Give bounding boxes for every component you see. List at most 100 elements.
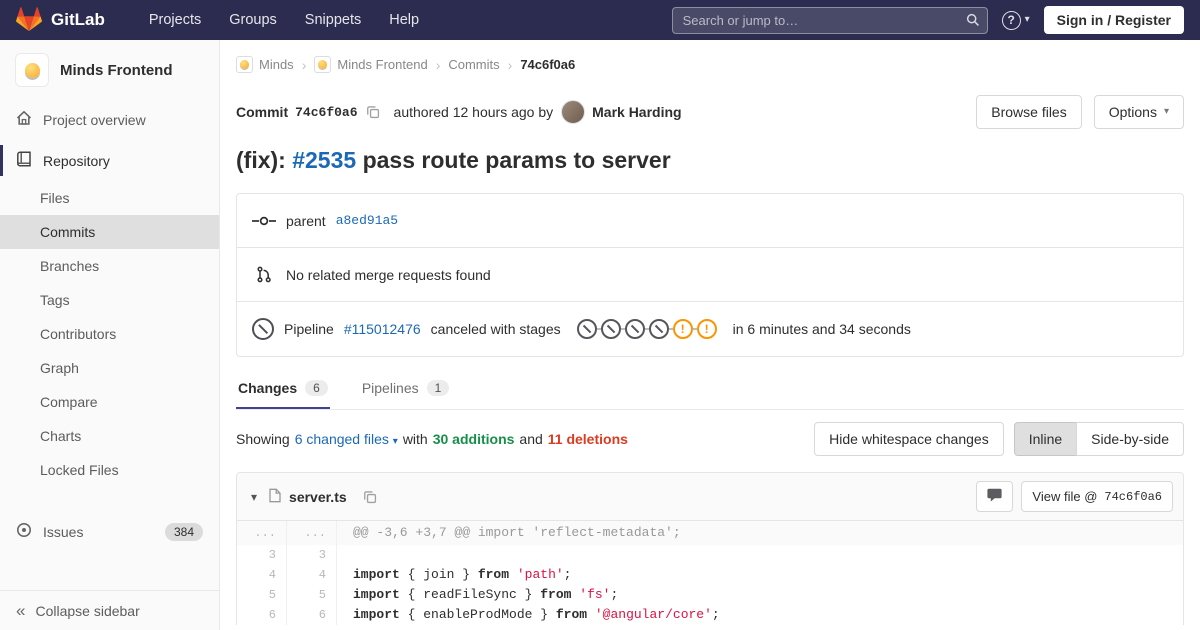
options-dropdown-button[interactable]: Options ▾ — [1093, 95, 1184, 129]
main-content: Minds › Minds Frontend › Commits › 74c6f… — [220, 40, 1200, 625]
breadcrumb-label: Minds — [259, 57, 294, 72]
repository-submenu: Files Commits Branches Tags Contributors… — [0, 181, 219, 487]
comment-bubble-icon — [987, 488, 1002, 505]
sidebar-item-tags[interactable]: Tags — [0, 283, 219, 317]
diff-view-toggle: Inline Side-by-side — [1013, 422, 1184, 456]
gitlab-brand[interactable]: GitLab — [16, 6, 105, 34]
old-line-number[interactable]: 3 — [237, 545, 287, 565]
chevron-right-icon: › — [435, 56, 441, 73]
author-name[interactable]: Mark Harding — [592, 104, 681, 120]
additions-count: 30 additions — [432, 431, 515, 447]
stage-canceled-icon[interactable] — [648, 319, 669, 339]
navbar-menu: Projects Groups Snippets Help — [149, 12, 419, 28]
nav-item-projects[interactable]: Projects — [149, 12, 201, 28]
sidebar-item-commits[interactable]: Commits — [0, 215, 219, 249]
parent-row: parent a8ed91a5 — [237, 194, 1183, 248]
sidebar-item-graph[interactable]: Graph — [0, 351, 219, 385]
search-input[interactable] — [671, 6, 988, 34]
pipeline-duration: in 6 minutes and 34 seconds — [732, 321, 911, 337]
view-file-button[interactable]: View file @ 74c6f0a6 — [1021, 481, 1173, 512]
sidebar-item-contributors[interactable]: Contributors — [0, 317, 219, 351]
nav-item-snippets[interactable]: Snippets — [305, 12, 361, 28]
sidebar-item-compare[interactable]: Compare — [0, 385, 219, 419]
group-avatar — [236, 56, 253, 73]
issue-link[interactable]: #2535 — [292, 147, 356, 173]
sidebar-item-label: Commits — [40, 224, 96, 240]
sidebar-item-label: Charts — [40, 428, 82, 444]
with-label: with — [402, 431, 428, 447]
issues-icon — [16, 522, 32, 541]
sidebar-item-label: Files — [40, 190, 70, 206]
nav-item-help[interactable]: Help — [389, 12, 419, 28]
old-line-number[interactable]: 4 — [237, 565, 287, 585]
showing-label: Showing — [236, 431, 290, 447]
new-line-number[interactable]: 4 — [287, 565, 337, 585]
diff-line-row: 6 6 import { enableProdMode } from '@ang… — [237, 605, 1183, 625]
sidebar-item-branches[interactable]: Branches — [0, 249, 219, 283]
changed-files-dropdown[interactable]: 6 changed files ▾ — [295, 431, 398, 447]
stage-canceled-icon[interactable] — [576, 319, 597, 339]
commit-node-icon — [252, 215, 276, 227]
title-prefix: (fix): — [236, 147, 293, 173]
sidebar-item-label: Graph — [40, 360, 79, 376]
project-header[interactable]: Minds Frontend — [0, 40, 219, 99]
breadcrumb-current-sha: 74c6f0a6 — [520, 57, 575, 72]
breadcrumb-label: Minds Frontend — [337, 57, 428, 72]
old-line-number: ... — [237, 521, 287, 545]
sidebar-item-charts[interactable]: Charts — [0, 419, 219, 453]
stage-warning-icon[interactable] — [696, 319, 717, 339]
breadcrumb-minds[interactable]: Minds — [236, 56, 294, 73]
sign-in-button[interactable]: Sign in / Register — [1043, 6, 1184, 34]
diff-line-row: 5 5 import { readFileSync } from 'fs'; — [237, 585, 1183, 605]
sidebar-item-project-overview[interactable]: Project overview — [0, 99, 219, 140]
pipeline-canceled-status-icon — [252, 318, 274, 340]
old-line-number[interactable]: 5 — [237, 585, 287, 605]
collapse-sidebar-button[interactable]: « Collapse sidebar — [0, 590, 219, 630]
pipeline-id-link[interactable]: #115012476 — [344, 321, 421, 337]
nav-item-groups[interactable]: Groups — [229, 12, 277, 28]
comment-on-file-button[interactable] — [976, 481, 1014, 512]
sidebar-item-label: Contributors — [40, 326, 117, 342]
sidebar-item-label: Locked Files — [40, 462, 119, 478]
search-icon[interactable] — [966, 13, 980, 30]
and-label: and — [519, 431, 543, 447]
sidebar-item-issues[interactable]: Issues 384 — [0, 511, 219, 552]
stage-canceled-icon[interactable] — [600, 319, 621, 339]
sidebar-item-locked-files[interactable]: Locked Files — [0, 453, 219, 487]
author-avatar[interactable] — [561, 100, 586, 124]
new-line-number[interactable]: 6 — [287, 605, 337, 625]
collapse-diff-caret-icon[interactable]: ▾ — [247, 488, 261, 506]
tab-label: Changes — [238, 380, 298, 396]
browse-files-button[interactable]: Browse files — [976, 95, 1082, 129]
commit-label: Commit — [236, 104, 289, 120]
stage-canceled-icon[interactable] — [624, 319, 645, 339]
old-line-number[interactable]: 6 — [237, 605, 287, 625]
diff-file-box: ▾ server.ts View file @ 74c6f0a6 ... ...… — [236, 472, 1184, 625]
inline-view-button[interactable]: Inline — [1013, 422, 1078, 456]
diff-table: ... ... @@ -3,6 +3,7 @@ import 'reflect-… — [237, 521, 1183, 625]
help-dropdown[interactable]: ? ▾ — [1001, 10, 1030, 30]
copy-filename-button[interactable] — [361, 488, 379, 506]
view-file-label: View file @ — [1032, 489, 1098, 504]
tab-changes[interactable]: Changes 6 — [236, 367, 330, 409]
breadcrumb-commits[interactable]: Commits — [448, 57, 499, 72]
tab-pipelines[interactable]: Pipelines 1 — [360, 367, 452, 409]
stage-warning-icon[interactable] — [672, 319, 693, 339]
issues-count-badge: 384 — [164, 522, 203, 541]
pipeline-status-text: canceled with stages — [430, 321, 561, 337]
project-avatar — [15, 53, 49, 87]
changed-files-label: 6 changed files — [294, 431, 389, 447]
side-by-side-view-button[interactable]: Side-by-side — [1076, 422, 1184, 456]
sidebar-item-repository[interactable]: Repository — [0, 140, 219, 181]
sidebar-item-label: Issues — [43, 523, 84, 540]
breadcrumb-minds-frontend[interactable]: Minds Frontend — [314, 56, 428, 73]
hide-whitespace-button[interactable]: Hide whitespace changes — [814, 422, 1004, 456]
new-line-number[interactable]: 5 — [287, 585, 337, 605]
parent-sha-link[interactable]: a8ed91a5 — [336, 213, 398, 228]
sidebar-item-files[interactable]: Files — [0, 181, 219, 215]
chevron-right-icon: › — [507, 56, 513, 73]
new-line-number[interactable]: 3 — [287, 545, 337, 565]
diff-filename[interactable]: server.ts — [289, 489, 347, 505]
copy-sha-button[interactable] — [364, 103, 382, 121]
